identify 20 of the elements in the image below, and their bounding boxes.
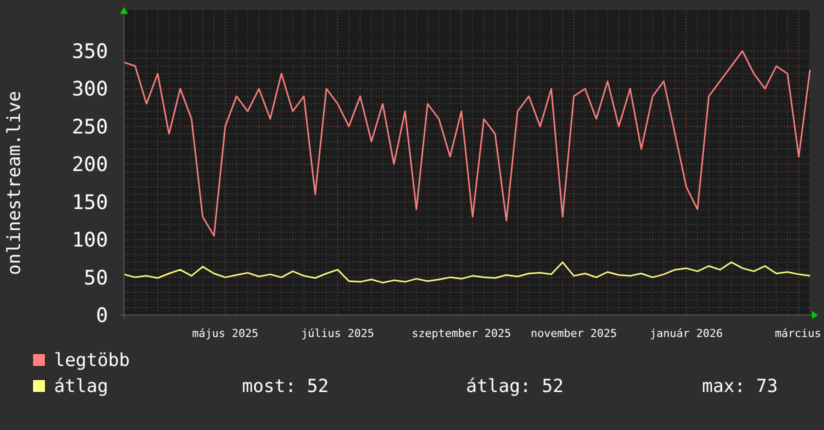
legend-label: átlag [54, 376, 108, 396]
legend-stat: most: 52 [242, 376, 330, 396]
x-tick-label: november 2025 [530, 327, 617, 340]
x-tick-label: március [774, 327, 822, 340]
y-tick-label: 0 [96, 303, 108, 327]
y-tick-label: 50 [84, 265, 108, 290]
x-tick-label: január 2026 [650, 327, 723, 340]
y-tick-label: 250 [72, 114, 108, 138]
legend-stat: max: 73 [702, 376, 779, 396]
y-tick-label: 150 [72, 190, 108, 214]
y-tick-label: 200 [72, 152, 108, 176]
x-tick-label: május 2025 [192, 327, 258, 340]
y-tick-label: 100 [72, 228, 108, 252]
x-tick-label: szeptember 2025 [412, 327, 512, 340]
y-axis-title: onlinestream.live [4, 90, 25, 276]
y-tick-label: 300 [72, 76, 108, 101]
legend-label: legtöbb [54, 350, 130, 370]
y-tick-label: 350 [72, 39, 108, 63]
x-tick-label: július 2025 [301, 327, 374, 340]
legend-stat: átlag: 52 [466, 376, 565, 396]
